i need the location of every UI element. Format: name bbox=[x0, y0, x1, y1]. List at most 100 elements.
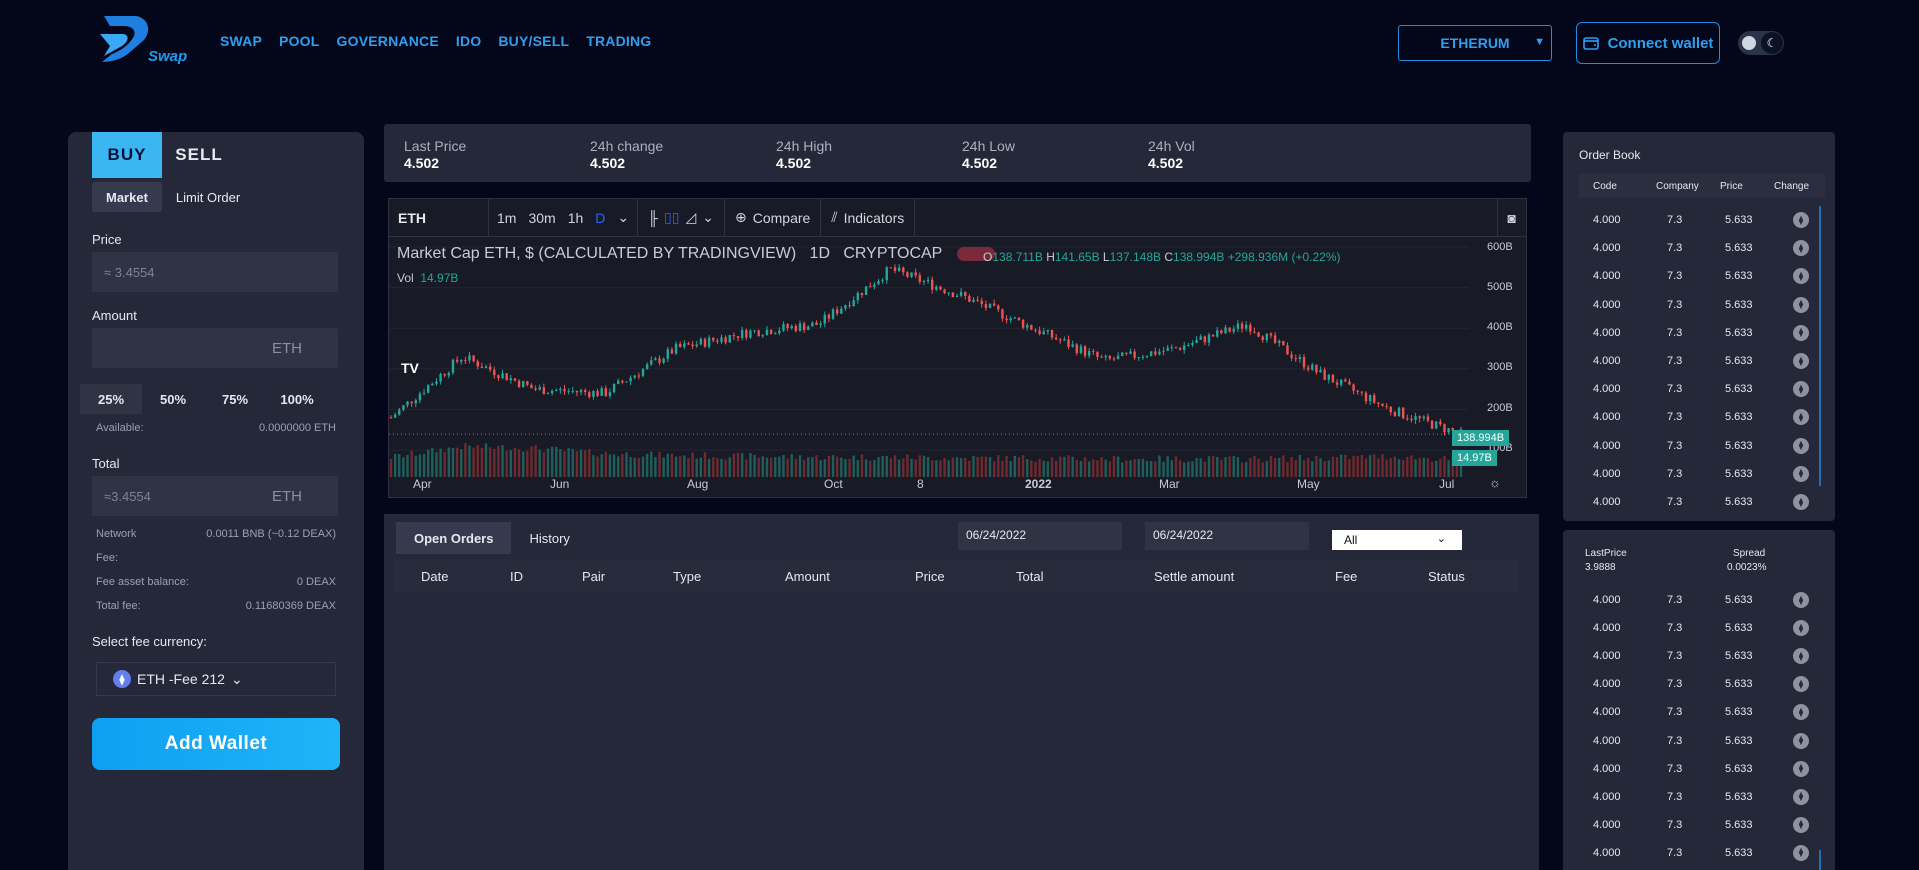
amount-input[interactable]: ETH bbox=[92, 328, 338, 368]
interval-30m[interactable]: 30m bbox=[528, 210, 555, 226]
volume-bar bbox=[1149, 461, 1153, 477]
order-book-row[interactable]: 4.000 7.3 5.633 ⧫ bbox=[1579, 839, 1819, 867]
candle bbox=[1195, 339, 1198, 344]
candle bbox=[914, 272, 917, 276]
chevron-down-icon[interactable]: ⌄ bbox=[702, 209, 714, 226]
volume-bar bbox=[476, 445, 479, 477]
order-book-row[interactable]: 4.000 7.3 5.633 ⧫ bbox=[1579, 291, 1819, 319]
order-book-row[interactable]: 4.000 7.3 5.633 ⧫ bbox=[1579, 586, 1819, 614]
chart-symbol[interactable]: ETH bbox=[389, 198, 489, 237]
stat-24h-change: 24h change 4.502 bbox=[590, 138, 663, 171]
change-coin-icon: ⧫ bbox=[1793, 324, 1809, 341]
order-book-row[interactable]: 4.000 7.3 5.633 ⧫ bbox=[1579, 460, 1819, 488]
theme-toggle[interactable]: ☾ bbox=[1738, 31, 1784, 55]
price-input[interactable]: ≈ 3.4554 bbox=[92, 252, 338, 292]
connect-wallet-button[interactable]: Connect wallet bbox=[1576, 22, 1720, 64]
order-filter-select[interactable]: All ⌄ bbox=[1332, 530, 1462, 550]
candle bbox=[885, 267, 888, 281]
volume-bar bbox=[571, 448, 574, 477]
order-book-row[interactable]: 4.000 7.3 5.633 ⧫ bbox=[1579, 727, 1819, 755]
indicators-button[interactable]: ⫽ Indicators bbox=[821, 198, 916, 237]
percent-25-button[interactable]: 25% bbox=[80, 384, 142, 414]
chart-canvas[interactable]: TV bbox=[389, 237, 1528, 499]
volume-bar bbox=[745, 459, 748, 477]
volume-bar bbox=[980, 456, 983, 477]
order-book-row[interactable]: 4.000 7.3 5.633 ⧫ bbox=[1579, 432, 1819, 460]
candle bbox=[1244, 324, 1248, 329]
candle bbox=[852, 300, 855, 306]
nav-buy-sell[interactable]: BUY/SELL bbox=[498, 33, 569, 49]
volume-bar bbox=[1046, 461, 1050, 477]
candle bbox=[1005, 318, 1008, 321]
order-book-row[interactable]: 4.000 7.3 5.633 ⧫ bbox=[1579, 319, 1819, 347]
total-placeholder: ≈3.4554 bbox=[104, 488, 151, 504]
network-select[interactable]: ETHERUM ▼ bbox=[1398, 25, 1552, 61]
tab-open-orders[interactable]: Open Orders bbox=[396, 522, 512, 554]
percent-50-button[interactable]: 50% bbox=[142, 384, 204, 414]
ohlc-change: +298.936M (+0.22%) bbox=[1227, 250, 1341, 264]
add-wallet-button[interactable]: Add Wallet bbox=[92, 718, 340, 770]
order-book-row[interactable]: 4.000 7.3 5.633 ⧫ bbox=[1579, 811, 1819, 839]
swap-logo[interactable]: Swap bbox=[96, 12, 196, 68]
order-book-row[interactable]: 4.000 7.3 5.633 ⧫ bbox=[1579, 642, 1819, 670]
order-book-row[interactable]: 4.000 7.3 5.633 ⧫ bbox=[1579, 375, 1819, 403]
tab-sell[interactable]: SELL bbox=[162, 132, 236, 178]
camera-icon[interactable]: ◙ bbox=[1496, 198, 1526, 237]
candle bbox=[1377, 402, 1380, 404]
interval-d[interactable]: D bbox=[595, 210, 605, 226]
interval-1m[interactable]: 1m bbox=[497, 210, 516, 226]
column-header: Date bbox=[421, 569, 449, 584]
order-book-row[interactable]: 4.000 7.3 5.633 ⧫ bbox=[1579, 262, 1819, 290]
order-book-row[interactable]: 4.000 7.3 5.633 ⧫ bbox=[1579, 234, 1819, 262]
order-book-scrollbar[interactable] bbox=[1819, 850, 1821, 870]
order-book-row[interactable]: 4.000 7.3 5.633 ⧫ bbox=[1579, 755, 1819, 783]
compare-button[interactable]: ⊕ Compare bbox=[725, 198, 822, 237]
chevron-down-icon[interactable]: ⌄ bbox=[617, 209, 629, 226]
percent-100-button[interactable]: 100% bbox=[266, 384, 328, 414]
fee-currency-value: ETH -Fee 212 bbox=[137, 671, 225, 687]
candles-chart-type-icon[interactable]: ▯▯ bbox=[664, 209, 679, 226]
volume-bar bbox=[1096, 460, 1099, 477]
volume-bar bbox=[402, 457, 405, 477]
total-input[interactable]: ≈3.4554 ETH bbox=[92, 476, 338, 516]
volume-bar bbox=[460, 449, 463, 477]
nav-swap[interactable]: SWAP bbox=[220, 33, 262, 49]
chart-ohlc: O138.711B H141.65B L137.148B C138.994B +… bbox=[983, 250, 1341, 264]
tab-limit-order[interactable]: Limit Order bbox=[162, 182, 254, 212]
order-book-row[interactable]: 4.000 7.3 5.633 ⧫ bbox=[1579, 783, 1819, 811]
order-book-row[interactable]: 4.000 7.3 5.633 ⧫ bbox=[1579, 403, 1819, 431]
order-book-row[interactable]: 4.000 7.3 5.633 ⧫ bbox=[1579, 614, 1819, 642]
order-book-scrollbar[interactable] bbox=[1819, 206, 1821, 486]
nav-ido[interactable]: IDO bbox=[456, 33, 482, 49]
settings-icon[interactable]: ☼ bbox=[1489, 475, 1501, 490]
nav-governance[interactable]: GOVERNANCE bbox=[337, 33, 439, 49]
interval-1h[interactable]: 1h bbox=[568, 210, 584, 226]
order-book-row[interactable]: 4.000 7.3 5.633 ⧫ bbox=[1579, 488, 1819, 516]
tab-buy[interactable]: BUY bbox=[92, 132, 162, 178]
area-chart-type-icon[interactable]: ◿ bbox=[685, 209, 696, 226]
order-book-row[interactable]: 4.000 7.3 5.633 ⧫ bbox=[1579, 698, 1819, 726]
candle bbox=[1063, 339, 1066, 341]
candle bbox=[992, 303, 996, 306]
candle bbox=[575, 390, 579, 393]
date-from-field[interactable]: 06/24/2022 bbox=[958, 522, 1122, 550]
fee-currency-select[interactable]: ⧫ ETH -Fee 212 ⌄ bbox=[96, 662, 336, 696]
nav-pool[interactable]: POOL bbox=[279, 33, 319, 49]
candle bbox=[1013, 317, 1017, 319]
candle bbox=[488, 366, 492, 370]
volume-bar bbox=[1154, 461, 1157, 477]
tab-market[interactable]: Market bbox=[92, 182, 162, 212]
bar-chart-type-icon[interactable]: ╟ bbox=[648, 210, 658, 226]
date-to-field[interactable]: 06/24/2022 bbox=[1145, 522, 1309, 550]
nav-trading[interactable]: TRADING bbox=[586, 33, 651, 49]
price-chart[interactable]: ETH 1m 30m 1h D ⌄ ╟ ▯▯ ◿ ⌄ ⊕ Compare ⫽ I… bbox=[388, 198, 1527, 498]
order-book-row[interactable]: 4.000 7.3 5.633 ⧫ bbox=[1579, 206, 1819, 234]
candle bbox=[674, 343, 678, 354]
order-book-row[interactable]: 4.000 7.3 5.633 ⧫ bbox=[1579, 670, 1819, 698]
candle bbox=[906, 272, 909, 277]
volume-bar bbox=[1306, 457, 1310, 477]
order-book-row[interactable]: 4.000 7.3 5.633 ⧫ bbox=[1579, 347, 1819, 375]
percent-75-button[interactable]: 75% bbox=[204, 384, 266, 414]
tab-history[interactable]: History bbox=[511, 522, 587, 554]
volume-bar bbox=[736, 452, 740, 477]
